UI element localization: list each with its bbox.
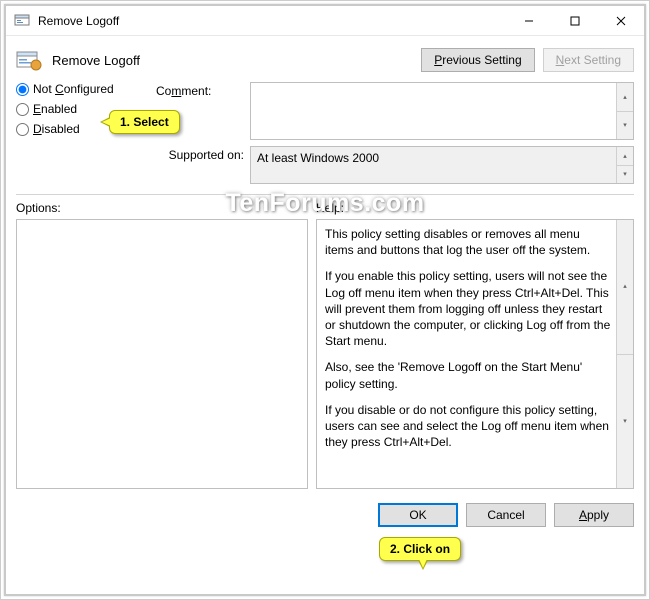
annotation-1-select: 1. Select	[109, 110, 180, 134]
radio-not-configured-input[interactable]	[16, 83, 29, 96]
close-button[interactable]	[598, 6, 644, 35]
help-box: This policy setting disables or removes …	[316, 219, 634, 489]
comment-scroll[interactable]: ▴▾	[616, 83, 633, 139]
ok-button[interactable]: OK	[378, 503, 458, 527]
next-setting-button: Next Setting	[543, 48, 634, 72]
options-label: Options:	[16, 201, 308, 215]
help-text-p3: Also, see the 'Remove Logoff on the Star…	[325, 359, 611, 391]
previous-setting-button[interactable]: Previous Setting	[421, 48, 534, 72]
policy-title: Remove Logoff	[52, 53, 411, 68]
help-text-p4: If you disable or do not configure this …	[325, 402, 611, 451]
help-text-p1: This policy setting disables or removes …	[325, 226, 611, 258]
divider	[16, 194, 634, 195]
apply-button[interactable]: Apply	[554, 503, 634, 527]
supported-on-box: At least Windows 2000 ▴▾	[250, 146, 634, 184]
supported-label: Supported on:	[156, 146, 244, 162]
comment-textbox[interactable]: ▴▾	[250, 82, 634, 140]
minimize-button[interactable]	[506, 6, 552, 35]
titlebar: Remove Logoff	[6, 6, 644, 36]
help-scroll[interactable]: ▴▾	[616, 220, 633, 488]
comment-label: Comment:	[156, 82, 244, 98]
maximize-button[interactable]	[552, 6, 598, 35]
options-box	[16, 219, 308, 489]
radio-not-configured[interactable]: Not Configured	[16, 82, 148, 96]
policy-icon	[16, 48, 42, 72]
help-label: Help:	[316, 201, 634, 215]
radio-disabled-input[interactable]	[16, 123, 29, 136]
window-title: Remove Logoff	[38, 14, 506, 28]
help-text-p2: If you enable this policy setting, users…	[325, 268, 611, 349]
app-icon	[14, 13, 30, 29]
radio-enabled-input[interactable]	[16, 103, 29, 116]
supported-scroll[interactable]: ▴▾	[616, 147, 633, 183]
cancel-button[interactable]: Cancel	[466, 503, 546, 527]
annotation-2-click: 2. Click on	[379, 537, 461, 561]
supported-on-text: At least Windows 2000	[257, 151, 379, 165]
